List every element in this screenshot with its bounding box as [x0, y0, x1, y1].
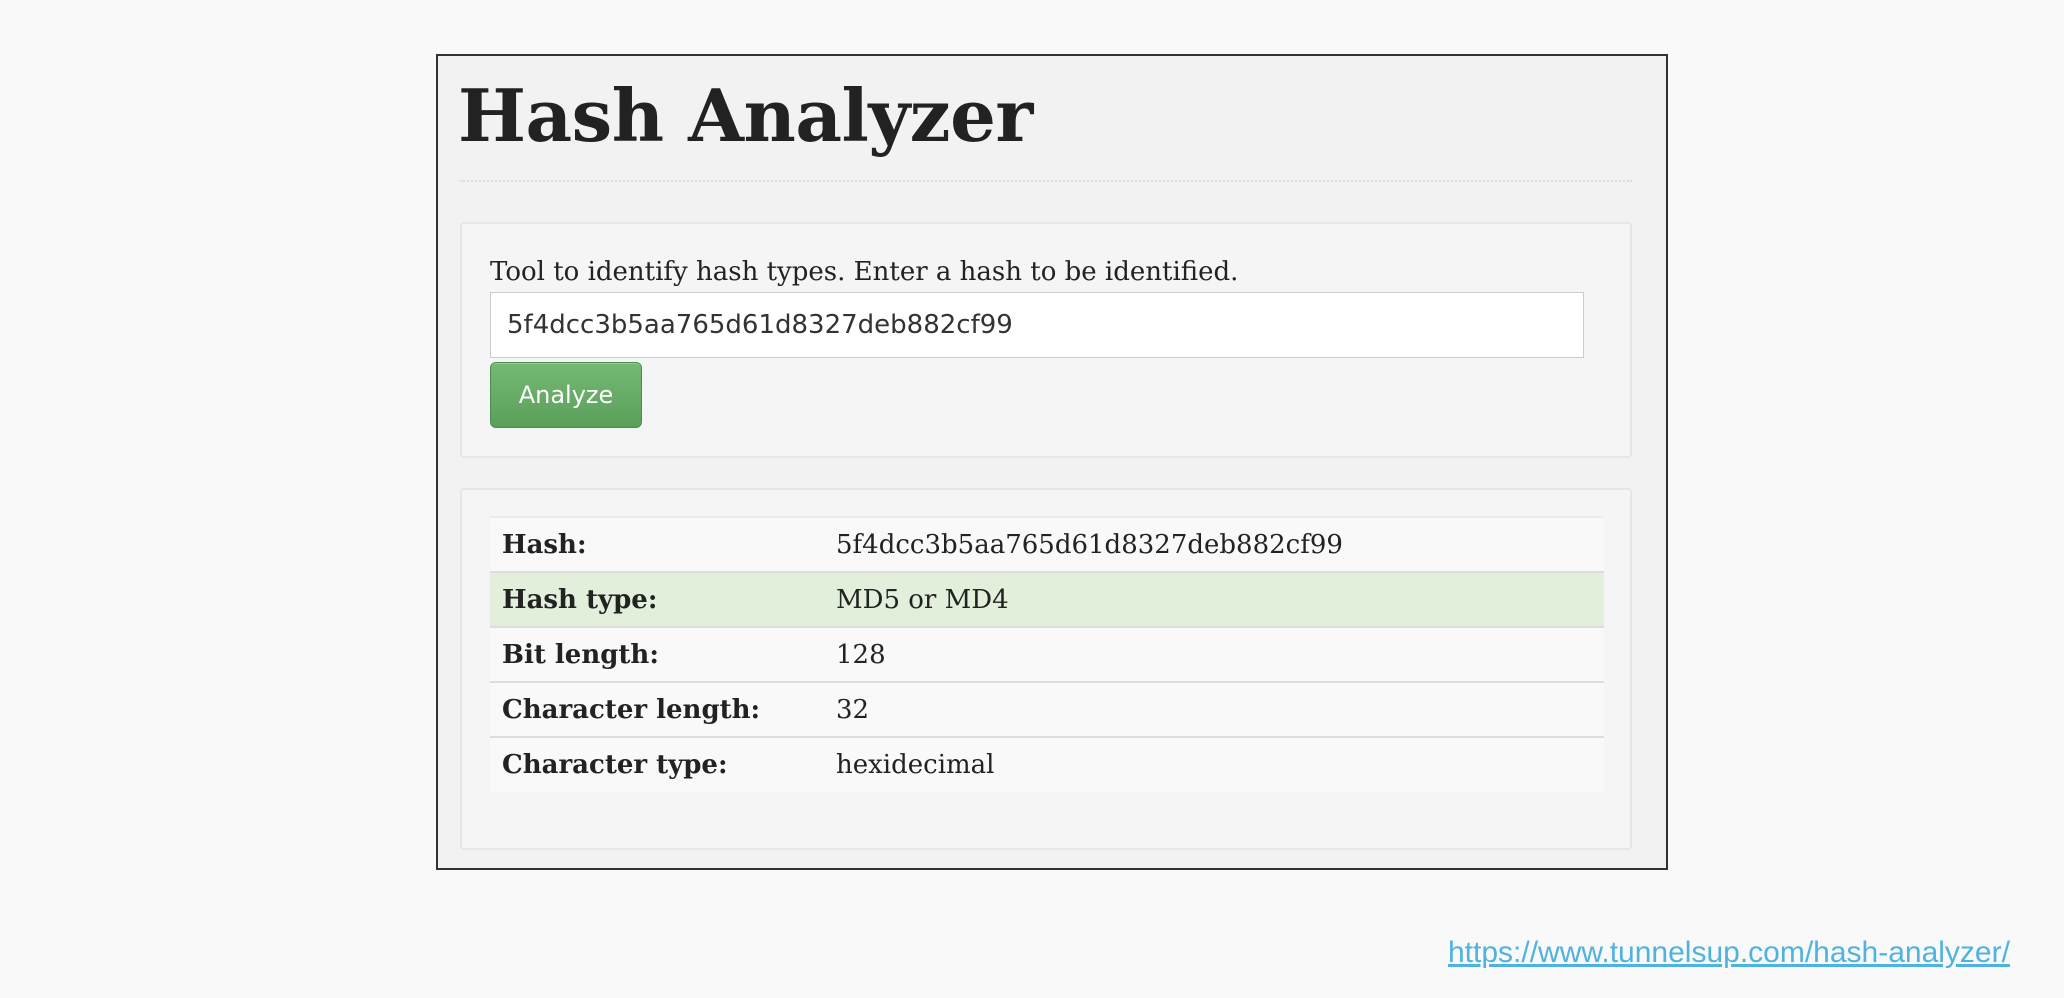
table-row: Bit length: 128 — [490, 627, 1604, 682]
instructions-text: Tool to identify hash types. Enter a has… — [490, 257, 1239, 287]
row-value-hash-type: MD5 or MD4 — [824, 572, 1604, 627]
page: Hash Analyzer Tool to identify hash type… — [0, 0, 2064, 998]
hash-form-panel: Tool to identify hash types. Enter a has… — [460, 222, 1632, 458]
title-divider — [460, 180, 1632, 182]
row-label-hash-type: Hash type: — [490, 572, 824, 627]
table-row: Character length: 32 — [490, 682, 1604, 737]
row-value-bit-length: 128 — [824, 627, 1604, 682]
app-window: Hash Analyzer Tool to identify hash type… — [436, 54, 1668, 870]
row-value-hash: 5f4dcc3b5aa765d61d8327deb882cf99 — [824, 517, 1604, 572]
row-value-character-type: hexidecimal — [824, 737, 1604, 792]
row-value-character-length: 32 — [824, 682, 1604, 737]
row-label-hash: Hash: — [490, 517, 824, 572]
table-row: Hash: 5f4dcc3b5aa765d61d8327deb882cf99 — [490, 517, 1604, 572]
row-label-bit-length: Bit length: — [490, 627, 824, 682]
hash-input[interactable] — [490, 292, 1584, 358]
results-panel: Hash: 5f4dcc3b5aa765d61d8327deb882cf99 H… — [460, 488, 1632, 850]
source-link[interactable]: https://www.tunnelsup.com/hash-analyzer/ — [1448, 936, 2010, 970]
row-label-character-type: Character type: — [490, 737, 824, 792]
page-title: Hash Analyzer — [458, 73, 1033, 158]
row-label-character-length: Character length: — [490, 682, 824, 737]
results-table: Hash: 5f4dcc3b5aa765d61d8327deb882cf99 H… — [490, 516, 1604, 792]
table-row: Character type: hexidecimal — [490, 737, 1604, 792]
analyze-button[interactable]: Analyze — [490, 362, 642, 428]
table-row: Hash type: MD5 or MD4 — [490, 572, 1604, 627]
